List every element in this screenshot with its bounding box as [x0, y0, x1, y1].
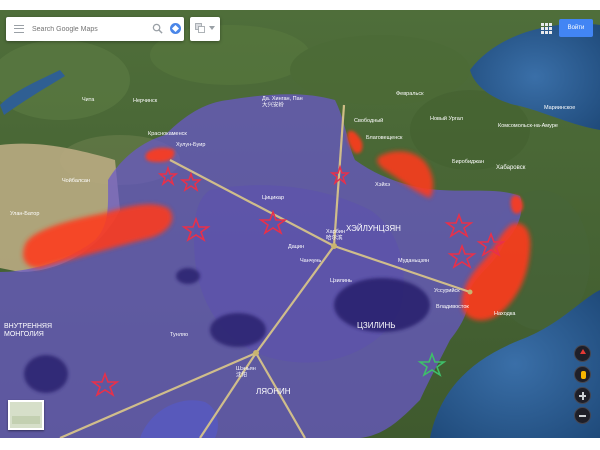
apps-icon[interactable] — [541, 23, 552, 34]
label-region-1: ХЭЙЛУНЦЗЯН — [346, 224, 401, 233]
screenshot-frame: ВНУТРЕННЯЯ МОНГОЛИЯ ХЭЙЛУНЦЗЯН ЦЗИЛИНЬ ЛЯ… — [0, 0, 600, 450]
sign-in-button[interactable]: Войти — [559, 19, 593, 37]
pegman-icon[interactable] — [574, 366, 591, 383]
label-city-1: Чита — [82, 97, 95, 103]
chevron-down-icon — [209, 26, 215, 30]
label-city-4: Свободный — [354, 117, 383, 124]
node-vladivostok — [467, 289, 473, 295]
zoom-in-icon[interactable] — [574, 387, 591, 404]
label-city-21: Улан-Батор — [10, 211, 39, 217]
map-type-thumbnail[interactable] — [8, 400, 44, 430]
label-city-15: Владивосток — [436, 304, 469, 310]
label-city-10: Биробиджан — [452, 159, 484, 165]
label-city-11: Краснокаменск — [148, 131, 187, 137]
label-city-23: Цицикар — [262, 195, 284, 201]
zoom-out-icon[interactable] — [574, 407, 591, 424]
label-city-3: Февральск — [396, 91, 424, 97]
search-input[interactable] — [32, 19, 152, 39]
label-city-17: Муданьцзян — [398, 258, 429, 264]
label-city-2: Нерчинск — [133, 98, 158, 104]
node-shenyang — [253, 350, 259, 356]
dark-zone-liaoning — [210, 313, 266, 347]
label-city-6: Новый Ургал — [430, 115, 463, 122]
directions-icon[interactable] — [170, 23, 181, 34]
label-city-13: Уссурийск — [434, 287, 460, 294]
label-city-5: Благовещенск — [366, 135, 403, 141]
layers-icon — [195, 23, 205, 33]
label-city-25: Дацин — [288, 244, 304, 250]
dark-zone-west — [24, 355, 68, 393]
label-city-22: Чойбалсан — [62, 177, 90, 184]
node-harbin — [331, 243, 337, 249]
label-city-24: Хулун-Буир — [176, 142, 205, 148]
dark-zone-small — [176, 268, 200, 284]
map-canvas[interactable]: ВНУТРЕННЯЯ МОНГОЛИЯ ХЭЙЛУНЦЗЯН ЦЗИЛИНЬ ЛЯ… — [0, 10, 600, 438]
compass-icon[interactable] — [574, 345, 591, 362]
search-box[interactable] — [6, 17, 184, 41]
label-city-16: Харбин 哈尔滨 — [326, 229, 345, 241]
map-navigation-controls — [574, 345, 592, 427]
search-icon[interactable] — [152, 23, 163, 34]
label-city-12: Хэйхэ — [375, 181, 390, 188]
label-city-9: Хабаровск — [496, 165, 526, 171]
label-city-26: Тунляо — [170, 332, 188, 338]
label-city-18: Цзилинь — [330, 278, 352, 284]
satellite-map-view[interactable]: ВНУТРЕННЯЯ МОНГОЛИЯ ХЭЙЛУНЦЗЯН ЦЗИЛИНЬ ЛЯ… — [0, 10, 600, 438]
label-city-19: Чанчунь — [300, 258, 321, 264]
label-city-7: Комсомольск-на-Амуре — [498, 123, 558, 129]
label-region-2: ЦЗИЛИНЬ — [357, 321, 396, 330]
menu-icon[interactable] — [14, 25, 24, 33]
label-region-3: ЛЯОНИН — [256, 387, 291, 396]
label-city-14: Находка — [494, 311, 516, 317]
layers-button[interactable] — [190, 17, 220, 41]
label-city-8: Мариинское — [544, 105, 575, 111]
